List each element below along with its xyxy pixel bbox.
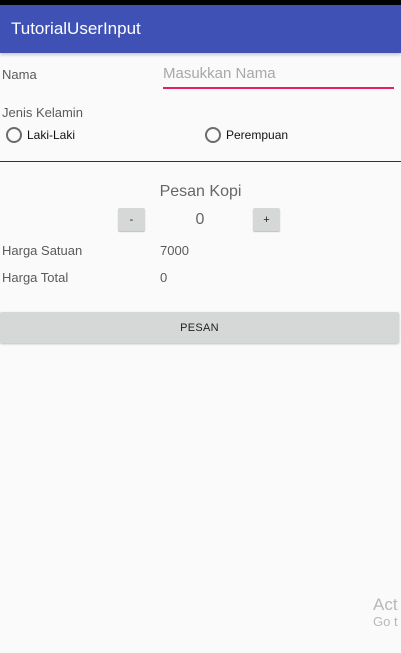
quantity-value: 0 [195, 211, 205, 228]
radio-male[interactable]: Laki-Laki [6, 126, 75, 144]
app-bar: TutorialUserInput [0, 5, 401, 53]
watermark-line2: Go t [373, 613, 398, 629]
total-price-label: Harga Total [2, 270, 69, 285]
radio-circle-icon[interactable] [6, 127, 22, 143]
decrement-button[interactable]: - [118, 208, 145, 231]
section-divider [0, 161, 401, 162]
radio-circle-icon[interactable] [205, 127, 221, 143]
total-price-value: 0 [160, 270, 168, 285]
unit-price-value: 7000 [160, 243, 189, 258]
radio-female-label: Perempuan [226, 128, 289, 142]
watermark-line1: Act [373, 595, 398, 614]
name-input[interactable] [163, 62, 394, 89]
order-button[interactable]: PESAN [0, 312, 399, 343]
app-title: TutorialUserInput [11, 19, 141, 38]
radio-male-label: Laki-Laki [27, 128, 76, 142]
increment-button[interactable]: + [253, 208, 280, 231]
unit-price-label: Harga Satuan [2, 243, 83, 258]
radio-female[interactable]: Perempuan [205, 126, 288, 144]
name-label: Nama [2, 67, 37, 82]
order-section-title: Pesan Kopi [159, 183, 242, 200]
activation-watermark: Act Go t [373, 595, 398, 629]
gender-label: Jenis Kelamin [2, 105, 83, 120]
